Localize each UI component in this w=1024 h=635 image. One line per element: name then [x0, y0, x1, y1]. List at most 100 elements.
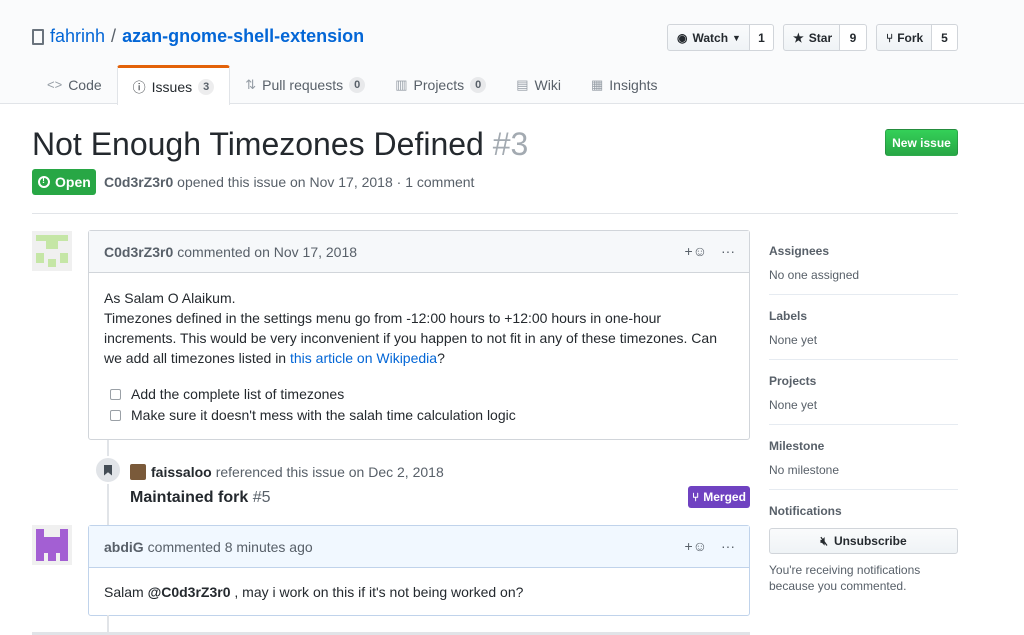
fork-icon: ⑂	[886, 30, 894, 45]
comment-timestamp[interactable]: commented on Nov 17, 2018	[177, 244, 357, 260]
task-item: Add the complete list of timezones	[104, 384, 734, 404]
comment-body: Salam @C0d3rZ3r0 , may i work on this if…	[89, 568, 749, 617]
mute-icon: 🔇︎	[820, 533, 828, 548]
notification-reason: You're receiving notifications because y…	[769, 563, 921, 593]
tab-projects-count: 0	[470, 76, 487, 93]
watch-group: ◉ Watch ▼ 1	[667, 24, 774, 51]
sidebar-milestone[interactable]: Milestone No milestone	[769, 439, 958, 490]
fork-button[interactable]: ⑂ Fork	[876, 24, 932, 51]
star-count[interactable]: 9	[840, 24, 867, 51]
reference-number: #5	[252, 489, 271, 506]
sidebar-value: No milestone	[769, 463, 840, 477]
repo-owner-link[interactable]: fahrinh	[50, 26, 105, 47]
merged-label: Merged	[703, 490, 746, 504]
tab-projects[interactable]: ▥ Projects 0	[380, 65, 501, 104]
repo-separator: /	[111, 26, 117, 46]
fork-group: ⑂ Fork 5	[876, 24, 958, 51]
comment-actions: +☺ ···	[685, 243, 735, 259]
tab-projects-label: Projects	[413, 76, 465, 93]
issue-icon: ⓘ	[132, 80, 146, 95]
watch-count[interactable]: 1	[750, 24, 774, 51]
sidebar-heading: Notifications	[769, 504, 842, 518]
tab-issues[interactable]: ⓘ Issues 3	[116, 65, 231, 105]
fork-label: Fork	[897, 30, 924, 45]
avatar[interactable]	[130, 464, 146, 480]
add-reaction-icon[interactable]: +☺	[685, 243, 707, 259]
add-reaction-icon[interactable]: +☺	[685, 538, 707, 554]
code-icon: <>	[47, 77, 63, 92]
repo-header: fahrinh / azan-gnome-shell-extension ◉ W…	[0, 0, 1024, 105]
comment-text-end: , may i work on this if it's not being w…	[230, 584, 524, 600]
avatar[interactable]	[32, 525, 72, 565]
comment-timestamp[interactable]: commented 8 minutes ago	[148, 539, 313, 555]
wikipedia-link[interactable]: this article on Wikipedia	[290, 350, 437, 366]
sidebar-assignees[interactable]: Assignees No one assigned	[769, 244, 958, 295]
watch-label: Watch	[692, 30, 729, 45]
issue-number: #3	[492, 126, 529, 162]
user-mention[interactable]: @C0d3rZ3r0	[148, 584, 231, 600]
reference-author-link[interactable]: faissaloo	[151, 464, 212, 480]
comment-header: C0d3rZ3r0 commented on Nov 17, 2018 +☺ ·…	[89, 231, 749, 273]
issue-meta-text: opened this issue on Nov 17, 2018 · 1 co…	[177, 174, 475, 190]
tab-pull-requests[interactable]: ⇅ Pull requests 0	[230, 65, 380, 104]
header-divider	[32, 213, 958, 214]
reference-meta: referenced this issue on Dec 2, 2018	[215, 464, 444, 480]
comment-author-link[interactable]: abdiG	[104, 539, 144, 555]
pull-request-icon: ⇅	[245, 76, 257, 92]
issue-title: Not Enough Timezones Defined #3	[32, 126, 528, 163]
issue-state-label: Open	[55, 174, 91, 190]
git-merge-icon: ⑂	[692, 490, 700, 504]
tab-code[interactable]: <> Code	[32, 65, 117, 104]
watch-button[interactable]: ◉ Watch ▼	[667, 24, 750, 51]
caret-down-icon: ▼	[732, 32, 741, 43]
comment-actions: +☺ ···	[685, 538, 735, 554]
book-icon: ▤	[516, 76, 529, 92]
tab-pull-requests-count: 0	[349, 76, 366, 93]
task-checkbox[interactable]	[110, 388, 121, 400]
sidebar-value: No one assigned	[769, 268, 860, 282]
reference-title: Maintained fork	[130, 489, 249, 506]
sidebar-heading: Labels	[769, 309, 808, 323]
repo-name-link[interactable]: azan-gnome-shell-extension	[122, 26, 364, 47]
sidebar-value: None yet	[769, 333, 818, 347]
kebab-horizontal-icon[interactable]: ···	[721, 243, 735, 259]
task-checkbox[interactable]	[110, 409, 121, 421]
star-group: ★ Star 9	[783, 24, 867, 51]
star-label: Star	[808, 30, 833, 45]
task-label: Make sure it doesn't mess with the salah…	[131, 407, 516, 423]
tab-insights-label: Insights	[609, 76, 658, 93]
tab-pull-requests-label: Pull requests	[262, 76, 344, 93]
avatar[interactable]	[32, 231, 72, 271]
tab-issues-count: 3	[198, 78, 215, 95]
comment-paragraph: Timezones defined in the settings menu g…	[104, 308, 734, 368]
issue-state-badge: Open	[32, 169, 96, 195]
issue-opened-icon	[38, 175, 50, 188]
issue-author-link[interactable]: C0d3rZ3r0	[104, 174, 173, 190]
graph-icon: ▦	[590, 76, 604, 92]
task-list: Add the complete list of timezones Make …	[104, 384, 734, 425]
star-button[interactable]: ★ Star	[783, 24, 840, 51]
fork-count[interactable]: 5	[932, 24, 958, 51]
new-issue-button[interactable]: New issue	[885, 129, 958, 156]
comment-text: Salam	[104, 584, 148, 600]
reference-event: faissaloo referenced this issue on Dec 2…	[130, 464, 444, 480]
sidebar-labels[interactable]: Labels None yet	[769, 309, 958, 360]
kebab-horizontal-icon[interactable]: ···	[721, 538, 735, 554]
tab-wiki-label: Wiki	[534, 76, 561, 93]
repo-icon	[32, 28, 44, 45]
eye-icon: ◉	[677, 30, 688, 45]
unsubscribe-button[interactable]: 🔇︎ Unsubscribe	[769, 528, 958, 554]
comment-author-link[interactable]: C0d3rZ3r0	[104, 244, 173, 260]
sidebar-notifications: Notifications 🔇︎ Unsubscribe You're rece…	[769, 504, 958, 594]
tab-wiki[interactable]: ▤ Wiki	[501, 65, 576, 104]
unsubscribe-label: Unsubscribe	[833, 534, 907, 548]
reference-title-link[interactable]: Maintained fork #5	[130, 489, 270, 507]
sidebar-projects[interactable]: Projects None yet	[769, 374, 958, 425]
tab-code-label: Code	[68, 76, 102, 93]
issue-sidebar: Assignees No one assigned Labels None ye…	[769, 230, 958, 594]
star-icon: ★	[793, 30, 804, 45]
repo-nav: <> Code ⓘ Issues 3 ⇅ Pull requests 0 ▥ P…	[32, 65, 673, 105]
tab-insights[interactable]: ▦ Insights	[576, 65, 673, 104]
sidebar-heading: Assignees	[769, 244, 830, 258]
comment-header: abdiG commented 8 minutes ago +☺ ···	[89, 526, 749, 568]
